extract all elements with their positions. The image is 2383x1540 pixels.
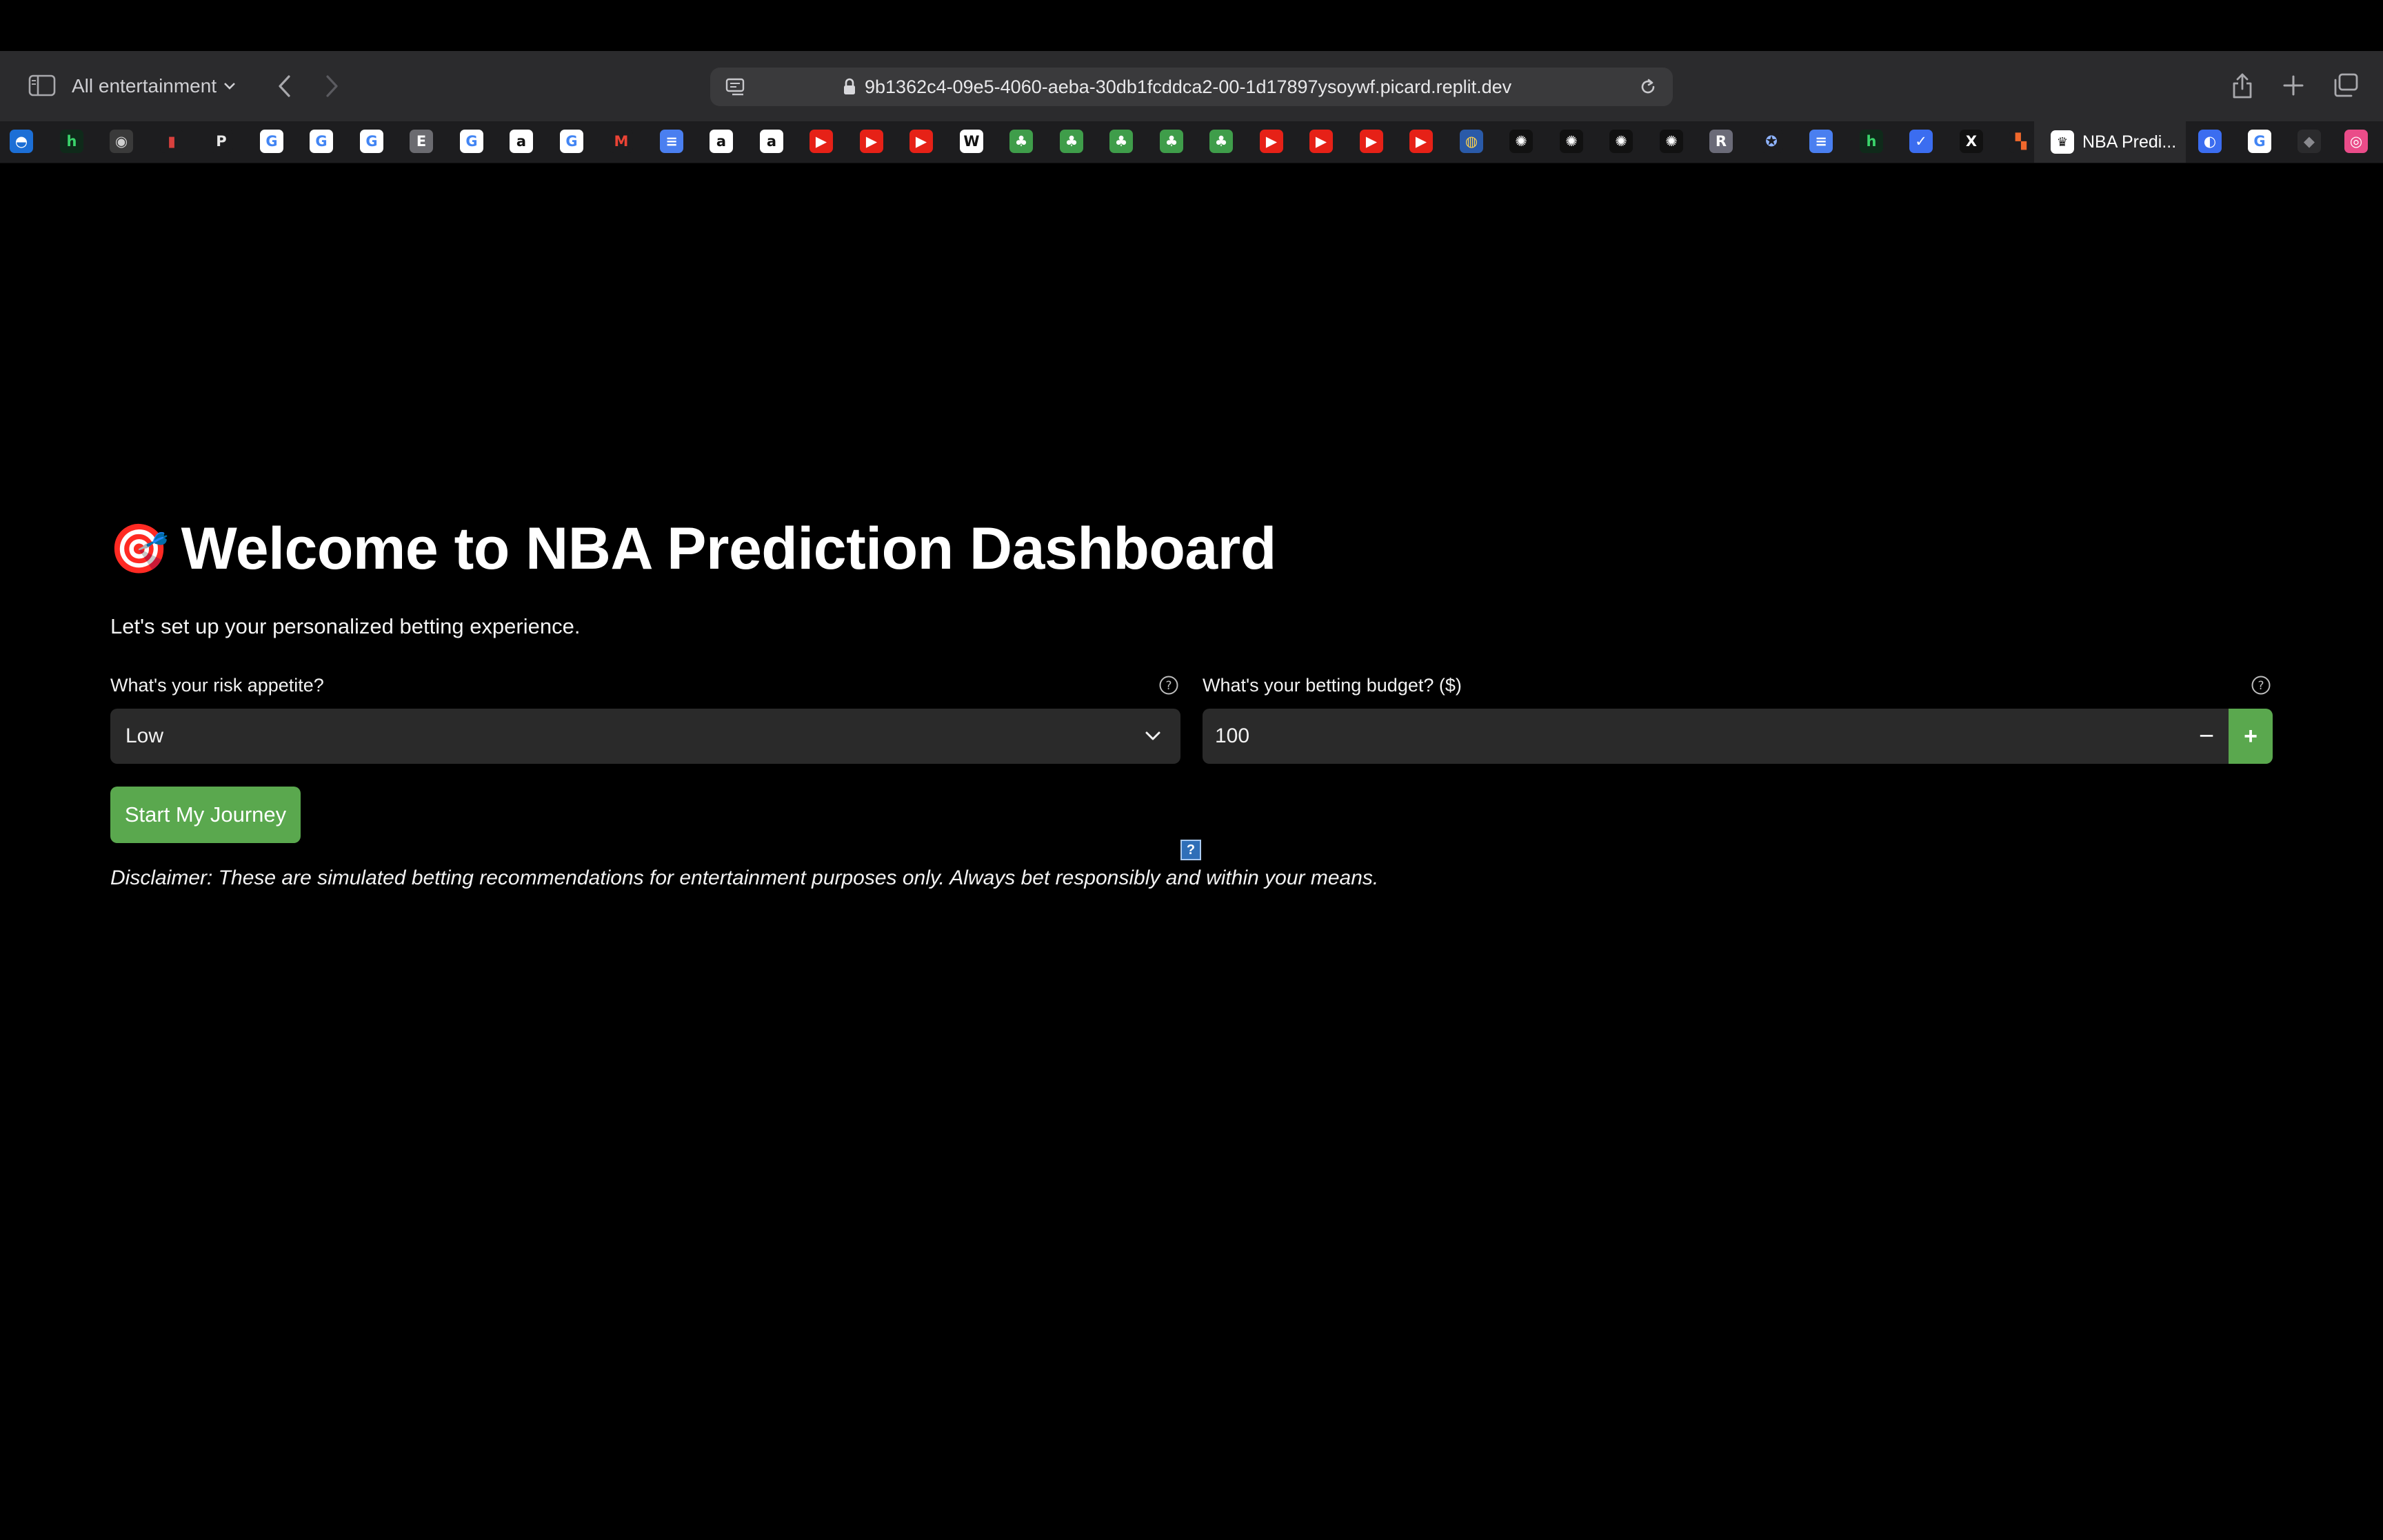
google-favicon-icon[interactable]: G [560,130,583,153]
top-strip [0,0,2383,51]
amazon-favicon-icon[interactable]: a [760,130,783,153]
page-title-text: Welcome to NBA Prediction Dashboard [181,516,1277,582]
share-icon[interactable] [2227,68,2258,103]
search-blue-favicon-icon[interactable]: ◐ [2198,130,2222,153]
decrement-button[interactable]: − [2184,709,2229,764]
start-my-journey-button[interactable]: Start My Journey [110,787,301,843]
h-favicon-icon[interactable]: h [1860,130,1883,153]
wikipedia-favicon-icon[interactable]: W [960,130,983,153]
openai-favicon-icon[interactable]: ✺ [1509,130,1533,153]
disclaimer-text: Disclaimer: These are simulated betting … [110,867,1379,889]
sidebar-toggle-icon[interactable] [26,72,58,99]
green-app-favicon-icon[interactable]: ♣ [1209,130,1233,153]
google-favicon-icon[interactable]: G [260,130,283,153]
svg-text:?: ? [1165,679,1172,693]
green-app-favicon-icon[interactable]: ♣ [1109,130,1133,153]
increment-button[interactable]: + [2229,709,2273,764]
risk-appetite-value: Low [125,725,164,747]
lock-icon [844,78,855,94]
forward-arrow-icon[interactable] [320,72,345,101]
google-favicon-icon[interactable]: G [2248,130,2271,153]
youtube-favicon-icon[interactable]: ▶ [1260,130,1283,153]
tab-nba-prediction[interactable]: ♛ NBA Predi... [2034,121,2186,163]
bird-favicon-icon[interactable]: ✓ [1909,130,1933,153]
youtube-favicon-icon[interactable]: ▶ [810,130,833,153]
green-app-favicon-icon[interactable]: ♣ [1160,130,1183,153]
reload-icon[interactable] [1636,74,1660,99]
youtube-favicon-icon[interactable]: ▶ [1309,130,1333,153]
page-content: 🎯 Welcome to NBA Prediction Dashboard Le… [0,163,2383,1540]
p-favicon-icon[interactable]: P [210,130,233,153]
target-emoji-icon: 🎯 [109,520,169,577]
amazon-favicon-icon[interactable]: a [710,130,733,153]
e-favicon-icon[interactable]: E [410,130,433,153]
tab-group-selector[interactable]: All entertainment [72,70,236,102]
openai-favicon-icon[interactable]: ✺ [1560,130,1583,153]
docs-favicon-icon[interactable]: ≡ [660,130,683,153]
reader-icon[interactable] [724,74,747,99]
globe-favicon-icon[interactable]: ◍ [1460,130,1483,153]
page-title: 🎯 Welcome to NBA Prediction Dashboard [109,515,1276,583]
youtube-favicon-icon[interactable]: ▶ [909,130,933,153]
shield-favicon-icon[interactable]: ✪ [1760,130,1783,153]
address-bar[interactable]: 9b1362c4-09e5-4060-aeba-30db1fcddca2-00-… [710,68,1673,106]
amazon-favicon-icon[interactable]: a [510,130,533,153]
cube-favicon-icon[interactable]: ◆ [2297,130,2321,153]
question-marker-icon: ? [1180,840,1201,860]
openai-favicon-icon[interactable]: ✺ [1660,130,1683,153]
green-app-favicon-icon[interactable]: ♣ [1060,130,1083,153]
browser-toolbar: All entertainment 9b1362c4-09e5-4060-aeb… [0,51,2383,121]
youtube-favicon-icon[interactable]: ▶ [1409,130,1433,153]
app-blue-favicon-icon[interactable]: ◓ [10,130,33,153]
subtitle: Let's set up your personalized betting e… [110,614,581,638]
orange-favicon-icon[interactable]: ▚ [2009,130,2033,153]
pinned-tabs-strip: ♛ NBA Predi... ◓ h ◉ ▮ P G G G E Ga G M ≡ a a ▶ ▶ ▶ W ♣ ♣ ♣ ♣ ♣… [0,121,2383,163]
screen: All entertainment 9b1362c4-09e5-4060-aeb… [0,0,2383,1540]
chevron-down-icon [224,83,236,90]
new-tab-plus-icon[interactable] [2278,69,2309,102]
r-favicon-icon[interactable]: R [1709,130,1733,153]
url-text: 9b1362c4-09e5-4060-aeba-30db1fcddca2-00-… [865,76,1512,97]
url-display[interactable]: 9b1362c4-09e5-4060-aeba-30db1fcddca2-00-… [843,68,1511,106]
crown-favicon-icon: ♛ [2051,130,2074,154]
gmail-favicon-icon[interactable]: M [610,130,633,153]
budget-label: What's your betting budget? ($) [1203,675,1462,696]
google-favicon-icon[interactable]: G [360,130,383,153]
tab-overview-icon[interactable] [2329,69,2362,102]
google-favicon-icon[interactable]: G [310,130,333,153]
h-favicon-icon[interactable]: h [60,130,83,153]
help-icon[interactable]: ? [1158,675,1179,696]
circle-logo-favicon-icon[interactable]: ◉ [110,130,133,153]
green-app-favicon-icon[interactable]: ♣ [1009,130,1033,153]
chevron-down-icon [1145,731,1160,740]
x-favicon-icon[interactable]: X [1960,130,1983,153]
help-icon[interactable]: ? [2251,675,2271,696]
youtube-favicon-icon[interactable]: ▶ [860,130,883,153]
nba-favicon-icon[interactable]: ▮ [160,130,183,153]
docs-favicon-icon[interactable]: ≡ [1809,130,1833,153]
youtube-favicon-icon[interactable]: ▶ [1360,130,1383,153]
back-arrow-icon[interactable] [272,72,296,101]
dribbble-favicon-icon[interactable]: ◎ [2344,130,2368,153]
risk-appetite-label: What's your risk appetite? [110,675,324,696]
budget-number-input[interactable]: 100 − + [1203,709,2273,764]
tab-group-label: All entertainment [72,75,217,97]
risk-appetite-select[interactable]: Low [110,709,1180,764]
svg-text:?: ? [2258,679,2264,693]
openai-favicon-icon[interactable]: ✺ [1609,130,1633,153]
google-favicon-icon[interactable]: G [460,130,483,153]
active-tab-title: NBA Predi... [2082,132,2177,152]
budget-value[interactable]: 100 [1215,709,1249,764]
